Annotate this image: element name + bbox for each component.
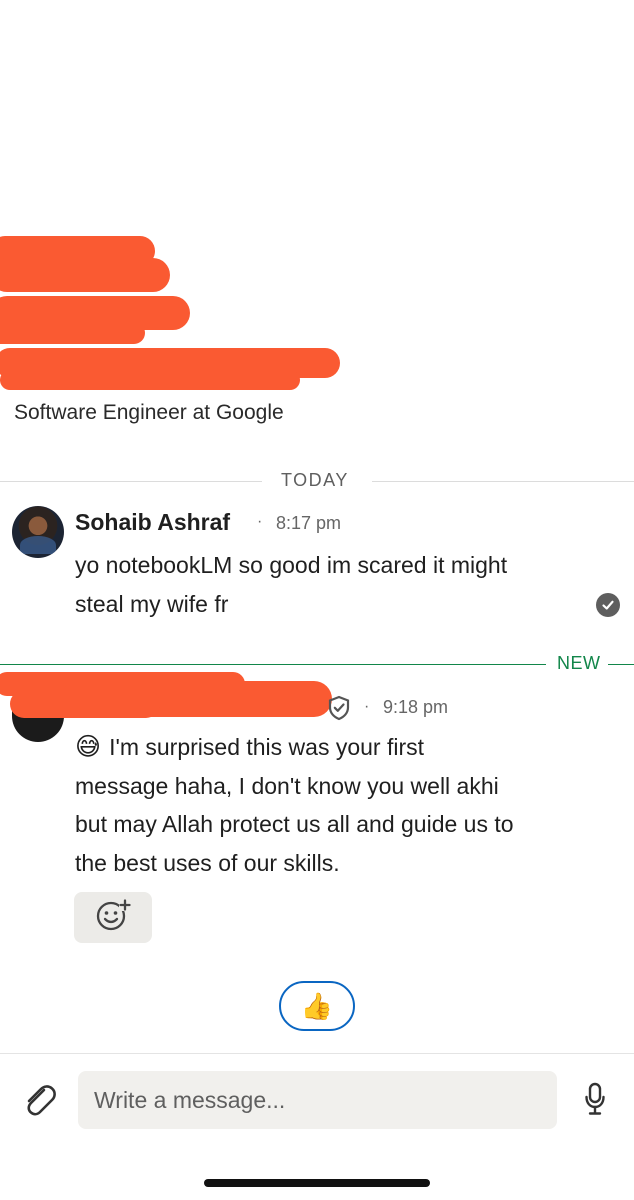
composer-separator [0, 1053, 634, 1054]
thumbs-up-quick-reply[interactable]: 👍 [279, 981, 355, 1031]
message-line: the best uses of our skills. [75, 849, 340, 876]
home-indicator[interactable] [204, 1179, 430, 1187]
add-reaction-icon [95, 898, 131, 937]
message-body[interactable]: yo notebookLM so good im scared it might… [75, 546, 507, 623]
divider-line-right [372, 481, 634, 482]
message-timestamp: 8:17 pm [276, 513, 342, 533]
check-circle-icon [596, 593, 620, 617]
sender-avatar[interactable] [12, 506, 64, 558]
microphone-icon[interactable] [584, 1082, 606, 1121]
divider-line-left [0, 481, 262, 482]
thumbs-up-icon: 👍 [300, 990, 334, 1021]
new-line-right [608, 664, 634, 665]
message-line: message haha, I don't know you well akhi [75, 772, 499, 799]
shield-check-icon [327, 695, 351, 726]
message-line: 😅 I'm surprised this was your first [75, 733, 425, 761]
separator-dot: · [364, 698, 370, 715]
conversation-screen: Software Engineer at Google TODAY Sohaib… [0, 0, 634, 1200]
message-timestamp: 9:18 pm [383, 697, 449, 717]
sender-name[interactable]: Sohaib Ashraf [75, 509, 230, 536]
today-label: TODAY [281, 470, 349, 490]
paperclip-icon[interactable] [22, 1082, 56, 1123]
today-divider: TODAY [0, 470, 634, 494]
message-line: steal my wife fr [75, 590, 229, 617]
profile-headline: Software Engineer at Google [14, 401, 284, 424]
message-line: but may Allah protect us all and guide u… [75, 811, 514, 837]
message-input[interactable] [78, 1071, 557, 1129]
emoji-sweat-smile: 😅 [75, 733, 102, 761]
new-line-left [0, 664, 546, 665]
message-line: yo notebookLM so good im scared it might [75, 552, 508, 578]
separator-dot: · [257, 513, 263, 530]
new-label: NEW [557, 653, 601, 673]
message-body[interactable]: 😅 I'm surprised this was your first messa… [75, 728, 514, 882]
add-reaction-button[interactable] [74, 892, 152, 943]
